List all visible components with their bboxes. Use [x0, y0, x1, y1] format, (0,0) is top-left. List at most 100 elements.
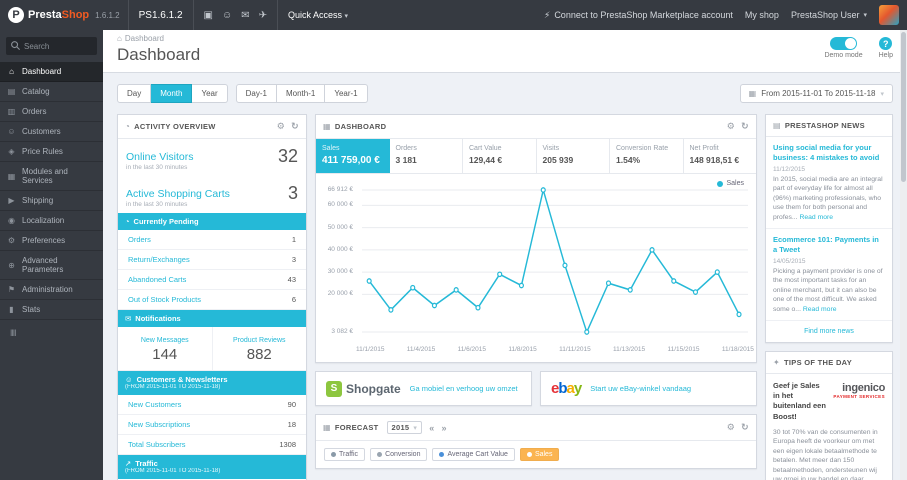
- messages-notification-icon[interactable]: ✉: [241, 10, 249, 21]
- shop-front-icon[interactable]: ✈: [259, 10, 267, 21]
- activity-overview-panel: ◔ ACTIVITY OVERVIEW ⚙ ↻ Online Visitors 32…: [117, 114, 307, 480]
- active-carts-link[interactable]: Active Shopping Carts: [126, 188, 230, 200]
- preferences-icon: ⚙: [7, 236, 16, 245]
- x-axis-label: 11/1/2015: [356, 346, 385, 353]
- x-axis: 11/1/2015 11/4/2015 11/6/2015 11/8/2015 11/1…: [316, 342, 756, 362]
- find-more-news-link[interactable]: Find more news: [766, 321, 892, 342]
- forecast-toggle-traffic[interactable]: Traffic: [324, 448, 366, 461]
- sidebar: ⌂Dashboard ▤Catalog ▥Orders ☺Customers ◈…: [0, 30, 103, 480]
- my-shop-link[interactable]: My shop: [745, 10, 779, 20]
- kpi-cart-value[interactable]: Cart Value 129,44 €: [463, 139, 537, 173]
- chevron-down-icon: ▾: [880, 90, 884, 98]
- kpi-sales[interactable]: Sales 411 759,00 €: [316, 139, 390, 173]
- customers-row: Total Subscribers 1308: [118, 435, 306, 456]
- forecast-toggle-sales[interactable]: Sales: [519, 448, 560, 461]
- range-button-day-1[interactable]: Day-1: [235, 84, 277, 103]
- user-menu[interactable]: PrestaShop User ▾: [791, 10, 867, 20]
- scrollbar-thumb[interactable]: [901, 32, 906, 182]
- sidebar-item-administration[interactable]: ⚑ Administration: [0, 280, 103, 300]
- sidebar-item-advanced-parameters[interactable]: ⊕ Advanced Parameters: [0, 251, 103, 280]
- calendar-icon: ▦: [748, 89, 757, 98]
- y-axis-label: 20 000 €: [327, 290, 353, 298]
- sidebar-item-stats[interactable]: ▮ Stats: [0, 300, 103, 320]
- customers-notification-icon[interactable]: ☺: [222, 10, 232, 21]
- prestashop-logo[interactable]: P PrestaShop 1.6.1.2: [0, 7, 128, 23]
- help-icon[interactable]: ?: [879, 37, 893, 50]
- dashboard-icon: ⌂: [9, 67, 14, 76]
- forecast-toggle-average-cart-value[interactable]: Average Cart Value: [432, 448, 515, 461]
- marketplace-link[interactable]: ⚡ Connect to PrestaShop Marketplace accou…: [544, 10, 733, 21]
- orders-notification-icon[interactable]: ▣: [204, 10, 213, 21]
- shopgate-module-banner: S Shopgate Ga mobiel en verhoog uw omzet: [315, 371, 532, 406]
- kpi-net-profit[interactable]: Net Profit 148 918,51 €: [684, 139, 757, 173]
- range-button-month-1[interactable]: Month-1: [276, 84, 326, 103]
- range-button-year-1[interactable]: Year-1: [325, 84, 368, 103]
- refresh-icon[interactable]: ↻: [741, 422, 749, 433]
- shopgate-link[interactable]: Ga mobiel en verhoog uw omzet: [410, 384, 518, 393]
- gear-icon[interactable]: ⚙: [727, 422, 735, 433]
- x-axis-label: 11/15/2015: [667, 346, 700, 353]
- kpi-conversion-rate[interactable]: Conversion Rate 1.54%: [610, 139, 684, 173]
- sidebar-item-dashboard[interactable]: ⌂ Dashboard: [0, 62, 103, 82]
- gear-icon[interactable]: ⚙: [727, 121, 735, 132]
- sidebar-item-price-rules[interactable]: ◈ Price Rules: [0, 142, 103, 162]
- sidebar-item-modules[interactable]: ▦ Modules and Services: [0, 162, 103, 191]
- shop-name-link[interactable]: PS1.6.1.2: [129, 10, 193, 21]
- sidebar-item-preferences[interactable]: ⚙ Preferences: [0, 231, 103, 251]
- avatar[interactable]: [879, 5, 899, 25]
- orders-link[interactable]: Orders: [128, 235, 151, 244]
- orders-icon: ▥: [7, 107, 16, 116]
- forecast-prev-icon[interactable]: «: [429, 423, 434, 433]
- forecast-year-select[interactable]: 2015 ▾: [386, 421, 423, 434]
- read-more-link[interactable]: Read more: [799, 214, 833, 221]
- news-headline-link[interactable]: Ecommerce 101: Payments in a Tweet: [773, 235, 885, 255]
- chart-legend[interactable]: Sales: [717, 180, 744, 187]
- range-button-day[interactable]: Day: [117, 84, 152, 103]
- date-toolbar: Day Month Year Day-1 Month-1 Year-1 ▦ Fr…: [103, 73, 907, 113]
- vertical-scrollbar[interactable]: [900, 30, 907, 480]
- sales-chart: 66 912 € 60 000 € 50 000 € 40 000 € 30 000 €…: [316, 174, 756, 342]
- returns-link[interactable]: Return/Exchanges: [128, 255, 190, 264]
- y-axis-label: 30 000 €: [327, 268, 353, 276]
- ebay-link[interactable]: Start uw eBay-winkel vandaag: [590, 384, 691, 393]
- news-body: Picking a payment provider is one of the…: [773, 267, 883, 313]
- forecast-toggle-conversion[interactable]: Conversion: [370, 448, 428, 461]
- demo-mode-toggle[interactable]: [830, 37, 858, 50]
- out-of-stock-link[interactable]: Out of Stock Products: [128, 295, 201, 304]
- x-axis-label: 11/6/2015: [457, 346, 486, 353]
- version-label: 1.6.1.2: [95, 10, 120, 20]
- x-axis-label: 11/18/2015: [721, 346, 754, 353]
- topbar: P PrestaShop 1.6.1.2 PS1.6.1.2 ▣ ☺ ✉ ✈ Q…: [0, 0, 907, 30]
- sidebar-collapse-button[interactable]: ‖‖: [0, 320, 103, 346]
- sidebar-item-shipping[interactable]: ▶ Shipping: [0, 191, 103, 211]
- range-button-month[interactable]: Month: [151, 84, 193, 103]
- legend-dot-icon: [526, 452, 532, 457]
- page-title: Dashboard: [117, 45, 201, 64]
- shipping-icon: ▶: [8, 196, 15, 205]
- refresh-icon[interactable]: ↻: [291, 121, 299, 132]
- refresh-icon[interactable]: ↻: [741, 121, 749, 132]
- read-more-link[interactable]: Read more: [803, 306, 837, 313]
- forecast-next-icon[interactable]: »: [442, 423, 447, 433]
- abandoned-carts-link[interactable]: Abandoned Carts: [128, 275, 186, 284]
- sidebar-item-localization[interactable]: ◉ Localization: [0, 211, 103, 231]
- sidebar-item-catalog[interactable]: ▤ Catalog: [0, 82, 103, 102]
- total-subscribers-link[interactable]: Total Subscribers: [128, 440, 186, 449]
- sidebar-item-customers[interactable]: ☺ Customers: [0, 122, 103, 142]
- online-visitors-link[interactable]: Online Visitors: [126, 151, 194, 163]
- news-headline-link[interactable]: Using social media for your business: 4 …: [773, 143, 885, 163]
- plug-icon: ⚡: [543, 9, 551, 20]
- kpi-orders[interactable]: Orders 3 181: [390, 139, 463, 173]
- date-range-picker[interactable]: ▦ From 2015-11-01 To 2015-11-18 ▾: [739, 84, 893, 103]
- product-reviews-cell[interactable]: Product Reviews 882: [211, 327, 307, 370]
- new-messages-cell[interactable]: New Messages 144: [118, 327, 212, 370]
- new-customers-link[interactable]: New Customers: [128, 400, 181, 409]
- gear-icon[interactable]: ⚙: [277, 121, 285, 132]
- new-subscriptions-link[interactable]: New Subscriptions: [128, 420, 190, 429]
- ingenico-logo: ingenico PAYMENT SERVICES: [833, 382, 885, 400]
- range-button-year[interactable]: Year: [192, 84, 228, 103]
- dashboard-panel-icon: ▦: [323, 122, 331, 131]
- kpi-visits[interactable]: Visits 205 939: [537, 139, 610, 173]
- quick-access-menu[interactable]: Quick Access ▾: [278, 10, 358, 20]
- sidebar-item-orders[interactable]: ▥ Orders: [0, 102, 103, 122]
